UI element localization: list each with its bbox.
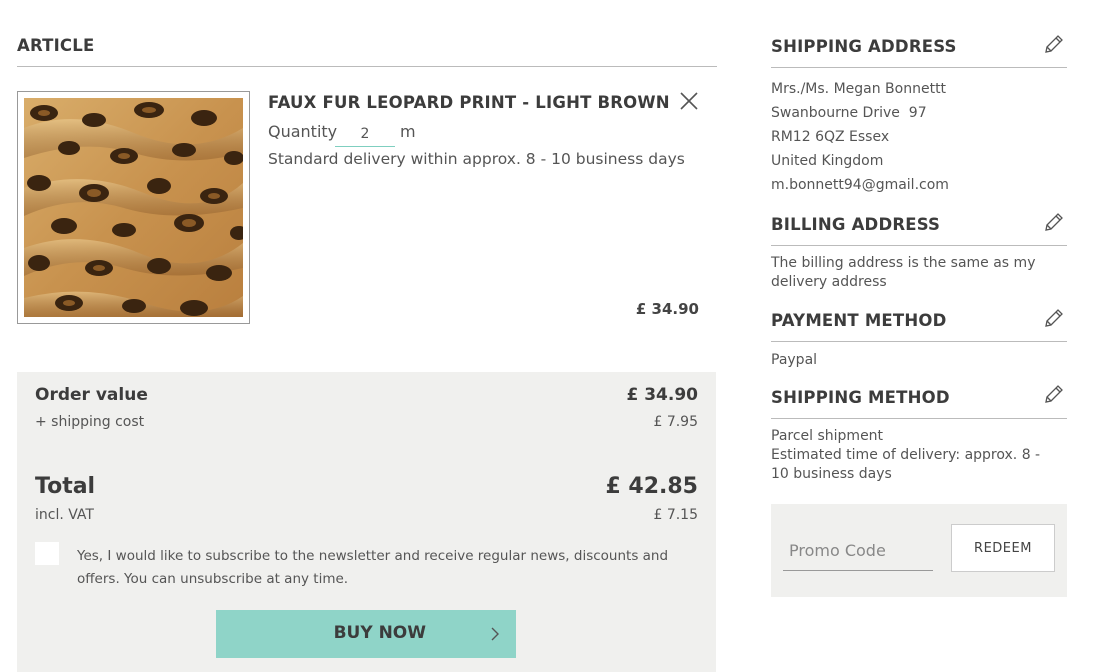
quantity-label: Quantity — [268, 122, 338, 141]
address-postcode: RM12 6QZ Essex — [771, 129, 890, 145]
divider — [771, 418, 1067, 419]
edit-shipping-method-button[interactable] — [1042, 382, 1066, 406]
shipping-cost-label: + shipping cost — [35, 414, 145, 430]
remove-item-button[interactable] — [676, 88, 702, 114]
shipping-address-block: Mrs./Ms. Megan Bonnettt Swanbourne Drive… — [771, 77, 949, 197]
address-street: Swanbourne Drive 97 — [771, 105, 927, 121]
product-name[interactable]: FAUX FUR LEOPARD PRINT - LIGHT BROWN — [268, 93, 670, 112]
shipping-method-heading: SHIPPING METHOD — [771, 388, 950, 407]
buy-now-button[interactable]: BUY NOW — [216, 610, 516, 658]
address-country: United Kingdom — [771, 153, 884, 169]
address-name: Mrs./Ms. Megan Bonnettt — [771, 81, 947, 97]
pencil-icon — [1045, 213, 1063, 231]
newsletter-checkbox[interactable] — [35, 542, 59, 565]
promo-code-input[interactable] — [783, 531, 933, 571]
shipping-method-text: Parcel shipment Estimated time of delive… — [771, 427, 1061, 484]
quantity-unit: m — [400, 122, 416, 141]
product-image-frame[interactable] — [17, 91, 250, 324]
article-heading: ARTICLE — [17, 36, 95, 55]
edit-shipping-address-button[interactable] — [1042, 32, 1066, 56]
pencil-icon — [1045, 309, 1063, 327]
shipping-method-name: Parcel shipment — [771, 428, 884, 444]
pencil-icon — [1045, 385, 1063, 403]
payment-method-text: Paypal — [771, 352, 818, 368]
product-image[interactable] — [24, 98, 243, 317]
shipping-method-estimate: Estimated time of delivery: approx. 8 - … — [771, 447, 1041, 482]
delivery-note: Standard delivery within approx. 8 - 10 … — [268, 150, 685, 168]
shipping-address-heading: SHIPPING ADDRESS — [771, 37, 957, 56]
redeem-button[interactable]: REDEEM — [951, 524, 1055, 572]
buy-now-label: BUY NOW — [333, 623, 426, 643]
edit-payment-method-button[interactable] — [1042, 306, 1066, 330]
pencil-icon — [1045, 35, 1063, 53]
close-icon — [680, 92, 698, 110]
chevron-right-icon — [491, 627, 499, 641]
quantity-input[interactable] — [335, 121, 395, 147]
item-price: £ 34.90 — [635, 300, 699, 318]
shipping-cost-value: £ 7.95 — [653, 414, 698, 430]
total-value: £ 42.85 — [605, 474, 698, 499]
leopard-fur-fabric-image — [24, 98, 243, 317]
order-value: £ 34.90 — [626, 385, 698, 405]
edit-billing-address-button[interactable] — [1042, 210, 1066, 234]
divider — [771, 67, 1067, 68]
order-value-label: Order value — [35, 385, 148, 405]
billing-address-heading: BILLING ADDRESS — [771, 215, 941, 234]
newsletter-consent-text: Yes, I would like to subscribe to the ne… — [77, 548, 669, 587]
total-label: Total — [35, 474, 96, 499]
promo-code-box: REDEEM — [771, 504, 1067, 597]
address-email: m.bonnett94@gmail.com — [771, 177, 949, 193]
order-summary: Order value £ 34.90 + shipping cost £ 7.… — [17, 372, 716, 672]
divider — [771, 245, 1067, 246]
divider — [17, 66, 717, 67]
vat-value: £ 7.15 — [653, 507, 698, 523]
payment-method-heading: PAYMENT METHOD — [771, 311, 947, 330]
vat-label: incl. VAT — [35, 507, 94, 523]
billing-address-text: The billing address is the same as my de… — [771, 255, 1036, 290]
divider — [771, 341, 1067, 342]
